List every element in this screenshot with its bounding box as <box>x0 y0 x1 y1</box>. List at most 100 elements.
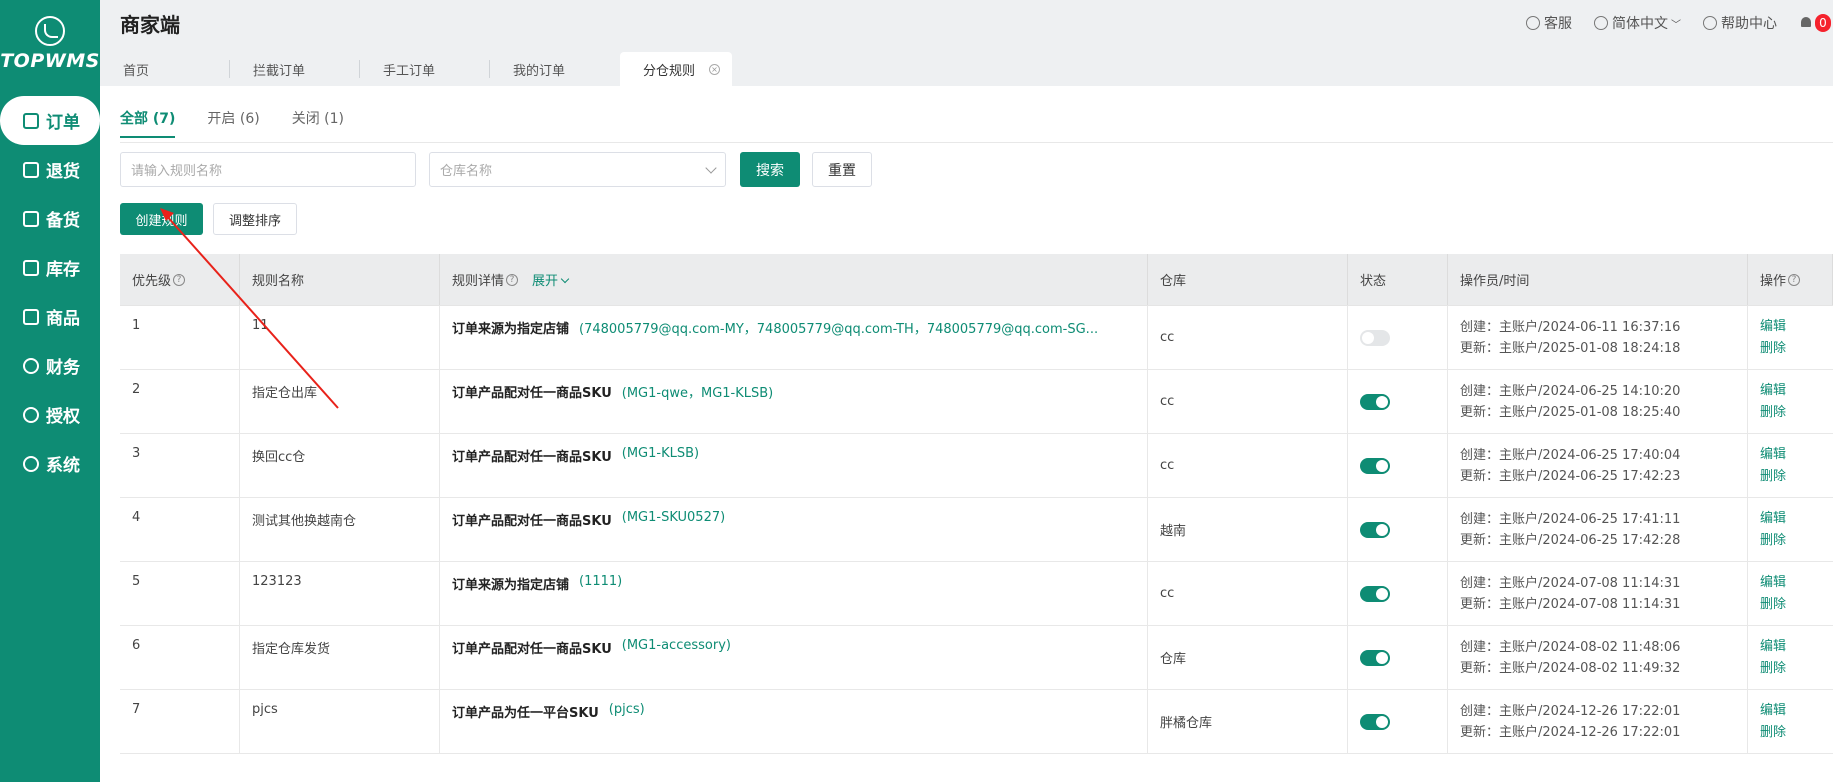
sidebar-item-label: 备货 <box>46 211 80 231</box>
delete-link[interactable]: 删除 <box>1760 338 1786 360</box>
chevron-down-icon <box>705 162 717 174</box>
edit-link[interactable]: 编辑 <box>1760 380 1786 402</box>
row-operator-time: 创建：主账户/2024-12-26 17:22:01 更新：主账户/2024-12… <box>1448 690 1748 753</box>
sidebar-item-order[interactable]: 订单 <box>0 96 100 145</box>
row-priority: 6 <box>120 626 240 689</box>
logo-text: TOPWMS <box>0 50 100 72</box>
row-actions: 编辑 删除 <box>1748 370 1833 433</box>
inventory-icon <box>23 259 39 276</box>
row-operator-time: 创建：主账户/2024-06-25 14:10:20 更新：主账户/2025-01… <box>1448 370 1748 433</box>
edit-link[interactable]: 编辑 <box>1760 636 1786 658</box>
updated-info: 更新：主账户/2025-01-08 18:25:40 <box>1460 404 1681 420</box>
tab-home[interactable]: 首页 <box>100 52 230 86</box>
delete-link[interactable]: 删除 <box>1760 530 1786 552</box>
tab-my-orders[interactable]: 我的订单 <box>490 52 620 86</box>
language-label: 简体中文 <box>1612 16 1668 32</box>
row-rule-name: 指定仓库发货 <box>240 626 440 689</box>
status-toggle[interactable] <box>1360 713 1390 730</box>
row-status <box>1348 626 1448 689</box>
sidebar-item-stock-up[interactable]: 备货 <box>0 194 100 243</box>
question-icon[interactable]: ? <box>173 273 186 286</box>
sidebar: TOPWMS 订单 退货 备货 库存 商品 财务 授权 系统 <box>0 0 100 782</box>
globe-icon <box>1594 16 1608 30</box>
created-info: 创建：主账户/2024-07-08 11:14:31 <box>1460 575 1681 591</box>
reset-button[interactable]: 重置 <box>812 152 872 187</box>
sidebar-item-finance[interactable]: 财务 <box>0 341 100 390</box>
row-rule-detail: 订单产品配对任一商品SKU (MG1-qwe，MG1-KLSB) <box>440 370 1148 433</box>
status-tab-enabled[interactable]: 开启 (6) <box>207 108 259 138</box>
status-toggle[interactable] <box>1360 585 1390 602</box>
row-actions: 编辑 删除 <box>1748 562 1833 625</box>
question-icon[interactable]: ? <box>1788 273 1801 286</box>
status-toggle[interactable] <box>1360 649 1390 666</box>
question-icon <box>1703 16 1717 30</box>
language-select[interactable]: 简体中文 ﹀ <box>1594 13 1681 33</box>
delete-link[interactable]: 删除 <box>1760 466 1786 488</box>
status-tab-all[interactable]: 全部 (7) <box>120 108 176 138</box>
customer-service-label: 客服 <box>1544 16 1572 32</box>
delete-link[interactable]: 删除 <box>1760 594 1786 616</box>
row-priority: 3 <box>120 434 240 497</box>
tab-intercepted-orders[interactable]: 拦截订单 <box>230 52 360 86</box>
table-row: 7 pjcs 订单产品为任一平台SKU (pjcs) 胖橘仓库 创建：主账户/2024-1… <box>120 690 1833 754</box>
tab-manual-orders[interactable]: 手工订单 <box>360 52 490 86</box>
help-center-link[interactable]: 帮助中心 <box>1703 13 1777 33</box>
rule-name-input[interactable]: 请输入规则名称 <box>120 152 416 187</box>
expand-toggle[interactable]: 展开 <box>532 270 570 289</box>
warehouse-select[interactable]: 仓库名称 <box>429 152 726 187</box>
logo[interactable]: TOPWMS <box>0 0 100 88</box>
sidebar-item-product[interactable]: 商品 <box>0 292 100 341</box>
created-info: 创建：主账户/2024-06-25 17:41:11 <box>1460 511 1681 527</box>
customer-service-link[interactable]: 客服 <box>1526 13 1572 33</box>
status-toggle[interactable] <box>1360 521 1390 538</box>
detail-value: (1111) <box>579 574 623 589</box>
detail-value: (MG1-qwe，MG1-KLSB) <box>621 386 774 401</box>
table-row: 3 换回cc仓 订单产品配对任一商品SKU (MG1-KLSB) cc 创建：主账户/20… <box>120 434 1833 498</box>
edit-link[interactable]: 编辑 <box>1760 700 1786 722</box>
sidebar-item-return[interactable]: 退货 <box>0 145 100 194</box>
row-rule-detail: 订单产品配对任一商品SKU (MG1-accessory) <box>440 626 1148 689</box>
updated-info: 更新：主账户/2024-07-08 11:14:31 <box>1460 596 1681 612</box>
row-warehouse: cc <box>1148 370 1348 433</box>
search-button[interactable]: 搜索 <box>740 152 800 187</box>
sidebar-item-inventory[interactable]: 库存 <box>0 243 100 292</box>
updated-info: 更新：主账户/2024-12-26 17:22:01 <box>1460 724 1681 740</box>
create-rule-button[interactable]: 创建规则 <box>120 203 203 235</box>
headset-icon <box>1526 16 1540 30</box>
row-status <box>1348 306 1448 369</box>
status-toggle[interactable] <box>1360 457 1390 474</box>
table-header: 优先级? 规则名称 规则详情? 展开 仓库 状态 操作员/时间 操作? <box>120 254 1833 306</box>
detail-label: 订单产品配对任一商品SKU <box>452 642 612 657</box>
notification-button[interactable]: 0 <box>1799 14 1831 32</box>
delete-link[interactable]: 删除 <box>1760 722 1786 744</box>
row-rule-detail: 订单来源为指定店铺 (1111) <box>440 562 1148 625</box>
delete-link[interactable]: 删除 <box>1760 402 1786 424</box>
row-status <box>1348 434 1448 497</box>
close-icon[interactable]: × <box>709 63 720 75</box>
row-warehouse: cc <box>1148 306 1348 369</box>
header-status: 状态 <box>1348 254 1448 305</box>
status-toggle[interactable] <box>1360 393 1390 410</box>
status-tab-disabled[interactable]: 关闭 (1) <box>292 108 344 138</box>
notification-badge: 0 <box>1815 14 1831 32</box>
edit-link[interactable]: 编辑 <box>1760 508 1786 530</box>
header-action: 操作? <box>1748 254 1833 305</box>
edit-link[interactable]: 编辑 <box>1760 444 1786 466</box>
row-rule-name: 123123 <box>240 562 440 625</box>
sidebar-item-settings[interactable]: 系统 <box>0 439 100 488</box>
row-operator-time: 创建：主账户/2024-06-25 17:40:04 更新：主账户/2024-06… <box>1448 434 1748 497</box>
updated-info: 更新：主账户/2025-01-08 18:24:18 <box>1460 340 1681 356</box>
sidebar-item-auth[interactable]: 授权 <box>0 390 100 439</box>
row-priority: 2 <box>120 370 240 433</box>
delete-link[interactable]: 删除 <box>1760 658 1786 680</box>
tab-warehouse-rules[interactable]: 分仓规则 × <box>620 52 732 86</box>
created-info: 创建：主账户/2024-06-25 14:10:20 <box>1460 383 1681 399</box>
edit-link[interactable]: 编辑 <box>1760 316 1786 338</box>
row-operator-time: 创建：主账户/2024-07-08 11:14:31 更新：主账户/2024-07… <box>1448 562 1748 625</box>
table-row: 5 123123 订单来源为指定店铺 (1111) cc 创建：主账户/2024-07-0… <box>120 562 1833 626</box>
status-toggle[interactable] <box>1360 329 1390 346</box>
edit-link[interactable]: 编辑 <box>1760 572 1786 594</box>
adjust-order-button[interactable]: 调整排序 <box>213 203 297 235</box>
sidebar-item-label: 退货 <box>46 162 80 182</box>
question-icon[interactable]: ? <box>506 273 519 286</box>
